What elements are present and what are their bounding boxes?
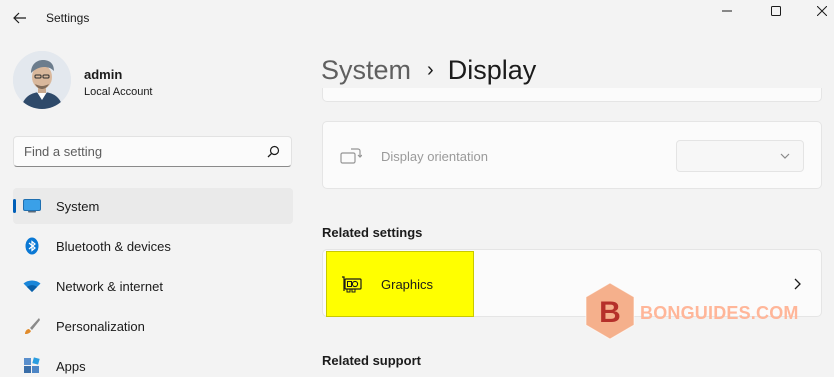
- brush-icon: [23, 317, 41, 335]
- close-button[interactable]: [800, 0, 834, 22]
- search-input[interactable]: [14, 137, 254, 166]
- back-button[interactable]: [8, 5, 32, 31]
- bluetooth-icon: [23, 237, 41, 255]
- sidebar-item-system[interactable]: System: [13, 188, 293, 224]
- related-settings-heading: Related settings: [322, 225, 423, 240]
- sidebar-item-bluetooth[interactable]: Bluetooth & devices: [13, 228, 293, 264]
- search-icon[interactable]: [267, 145, 280, 158]
- maximize-icon: [771, 6, 781, 16]
- system-icon: [23, 197, 41, 215]
- minimize-button[interactable]: [705, 0, 749, 22]
- apps-icon: [23, 357, 41, 375]
- user-profile[interactable]: admin Local Account: [13, 51, 293, 113]
- related-support-heading: Related support: [322, 353, 421, 368]
- breadcrumb-parent[interactable]: System: [321, 55, 411, 86]
- breadcrumb: System › Display: [321, 52, 536, 88]
- watermark-text: BONGUIDES.COM: [640, 303, 799, 323]
- sidebar-item-network[interactable]: Network & internet: [13, 268, 293, 304]
- sidebar-item-label: System: [56, 199, 100, 214]
- minimize-icon: [722, 10, 732, 12]
- graphics-card-icon: [342, 276, 362, 293]
- breadcrumb-separator: ›: [427, 58, 434, 81]
- watermark: B BONGUIDES.COM: [584, 282, 798, 340]
- sidebar-item-apps[interactable]: Apps: [13, 348, 293, 377]
- chevron-right-icon: [794, 278, 801, 290]
- display-orientation-label: Display orientation: [381, 149, 488, 164]
- bonguides-logo: B: [585, 282, 635, 340]
- chevron-down-icon: [780, 153, 790, 159]
- user-avatar-icon: [13, 51, 71, 109]
- avatar: [13, 51, 71, 109]
- app-title: Settings: [46, 11, 90, 25]
- account-type: Local Account: [84, 86, 153, 98]
- title-bar: Settings: [0, 0, 834, 38]
- maximize-button[interactable]: [754, 0, 798, 22]
- sidebar-item-label: Apps: [56, 359, 86, 374]
- graphics-label: Graphics: [381, 277, 434, 292]
- sidebar-item-personalization[interactable]: Personalization: [13, 308, 293, 344]
- user-name: admin: [84, 67, 123, 82]
- arrow-left-icon: [13, 12, 26, 24]
- search-box[interactable]: [13, 136, 292, 167]
- wifi-icon: [23, 277, 41, 295]
- display-orientation-card: Display orientation: [322, 121, 822, 189]
- close-icon: [817, 6, 827, 16]
- sidebar-item-label: Bluetooth & devices: [56, 239, 171, 254]
- sidebar-item-label: Personalization: [56, 319, 145, 334]
- display-orientation-dropdown[interactable]: [676, 140, 804, 172]
- sidebar-item-label: Network & internet: [56, 279, 163, 294]
- settings-card-partial: [322, 88, 822, 102]
- page-title: Display: [447, 54, 537, 85]
- display-orientation-icon: [340, 148, 362, 164]
- svg-text:B: B: [599, 296, 621, 329]
- sidebar-nav: System Bluetooth & devices Network & int…: [13, 188, 293, 377]
